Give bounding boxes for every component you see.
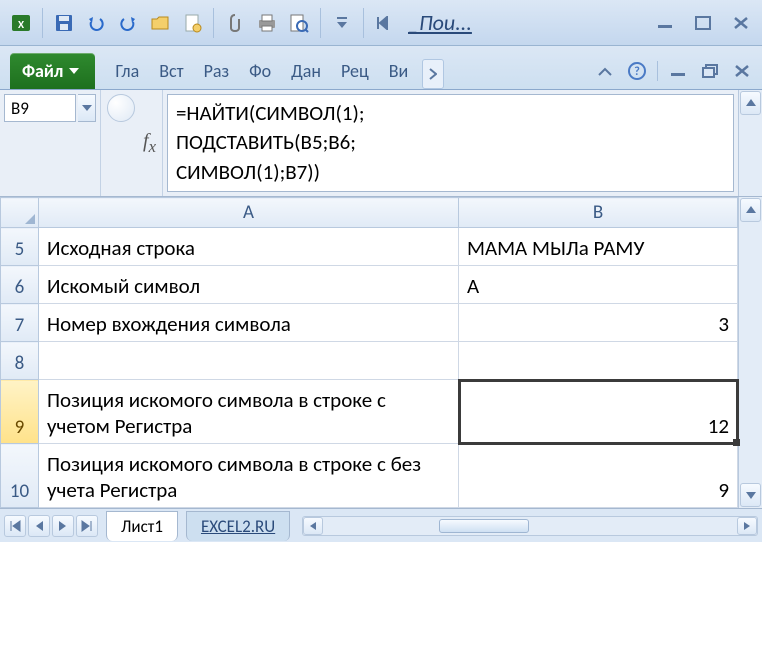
help-icon[interactable]: ? xyxy=(625,59,649,83)
svg-text:X: X xyxy=(18,18,25,31)
formula-bar: B9 fx =НАЙТИ(СИМВОЛ(1); ПОДСТАВИТЬ(B5;B6… xyxy=(0,90,762,197)
col-header-b[interactable]: B xyxy=(459,198,738,228)
name-box[interactable]: B9 xyxy=(4,94,76,122)
formula-input[interactable]: =НАЙТИ(СИМВОЛ(1); ПОДСТАВИТЬ(B5;B6; СИМВ… xyxy=(167,94,734,192)
ribbon-tabs: Файл Гла Вст Раз Фо Дан Рец Ви ? xyxy=(0,46,762,90)
name-box-dropdown[interactable] xyxy=(78,94,96,122)
sheet-nav-prev-icon[interactable] xyxy=(28,515,50,537)
save-icon[interactable] xyxy=(49,8,79,38)
formula-bar-expand xyxy=(738,90,762,196)
cell-a9[interactable]: Позиция искомого символа в строке с учет… xyxy=(39,380,459,444)
scroll-up-icon[interactable] xyxy=(740,198,761,222)
cell-b9[interactable]: 12 xyxy=(459,380,738,444)
fx-icon[interactable]: fx xyxy=(143,130,156,157)
formula-bar-up-icon[interactable] xyxy=(740,91,761,115)
hscroll-right-icon[interactable] xyxy=(737,517,757,535)
tab-insert[interactable]: Вст xyxy=(149,53,193,89)
quick-access-toolbar: X _Пои... xyxy=(0,0,762,46)
row-header-10[interactable]: 10 xyxy=(1,444,39,508)
row-header-9[interactable]: 9 xyxy=(1,380,39,444)
row-9: 9 Позиция искомого символа в строке с уч… xyxy=(1,380,738,444)
maximize-button[interactable] xyxy=(688,10,718,36)
cell-a7[interactable]: Номер вхождения символа xyxy=(39,304,459,342)
quick-print-icon[interactable] xyxy=(252,8,282,38)
row-header-8[interactable]: 8 xyxy=(1,342,39,380)
ribbon-minimize-icon[interactable] xyxy=(593,59,617,83)
row-header-7[interactable]: 7 xyxy=(1,304,39,342)
svg-text:?: ? xyxy=(634,65,640,79)
new-file-icon[interactable] xyxy=(177,8,207,38)
cell-a6[interactable]: Искомый символ xyxy=(39,266,459,304)
cell-a5[interactable]: Исходная строка xyxy=(39,228,459,266)
sheet-nav-next-icon[interactable] xyxy=(52,515,74,537)
sheet-tab-bar: Лист1 EXCEL2.RU xyxy=(0,508,762,542)
worksheet-grid[interactable]: A B 5 Исходная строка МАМА МЫЛа РАМУ 6 И… xyxy=(0,197,738,508)
doc-minimize-button[interactable] xyxy=(666,59,690,83)
tab-file[interactable]: Файл xyxy=(10,53,95,89)
cell-a10[interactable]: Позиция искомого символа в строке с без … xyxy=(39,444,459,508)
sheet-nav-last-icon[interactable] xyxy=(76,515,98,537)
doc-close-button[interactable] xyxy=(730,59,754,83)
vertical-scrollbar[interactable] xyxy=(738,197,762,508)
tab-home[interactable]: Гла xyxy=(105,53,149,89)
row-10: 10 Позиция искомого символа в строке с б… xyxy=(1,444,738,508)
tab-data[interactable]: Дан xyxy=(281,53,331,89)
horizontal-scrollbar[interactable] xyxy=(302,516,758,536)
row-5: 5 Исходная строка МАМА МЫЛа РАМУ xyxy=(1,228,738,266)
hscroll-left-icon[interactable] xyxy=(303,517,323,535)
row-6: 6 Искомый символ А xyxy=(1,266,738,304)
col-header-a[interactable]: A xyxy=(39,198,459,228)
row-8: 8 xyxy=(1,342,738,380)
tab-page-layout[interactable]: Раз xyxy=(194,53,240,89)
cell-b10[interactable]: 9 xyxy=(459,444,738,508)
search-link[interactable]: _Пои... xyxy=(402,9,478,36)
tab-view[interactable]: Ви xyxy=(379,53,419,89)
sheet-tab-active[interactable]: Лист1 xyxy=(106,511,178,541)
row-header-5[interactable]: 5 xyxy=(1,228,39,266)
tab-file-label: Файл xyxy=(22,60,63,82)
cell-b5[interactable]: МАМА МЫЛа РАМУ xyxy=(459,228,738,266)
cancel-formula-icon[interactable] xyxy=(107,94,135,122)
cell-b6[interactable]: А xyxy=(459,266,738,304)
tab-review[interactable]: Рец xyxy=(331,53,379,89)
cell-b7[interactable]: 3 xyxy=(459,304,738,342)
doc-restore-button[interactable] xyxy=(698,59,722,83)
hscroll-thumb[interactable] xyxy=(439,519,529,533)
print-preview-icon[interactable] xyxy=(284,8,314,38)
sheet-nav-first-icon[interactable] xyxy=(4,515,26,537)
cell-a8[interactable] xyxy=(39,342,459,380)
scroll-down-icon[interactable] xyxy=(740,483,761,507)
skip-icon[interactable] xyxy=(370,8,400,38)
tab-formulas[interactable]: Фо xyxy=(239,53,281,89)
worksheet-grid-wrap: A B 5 Исходная строка МАМА МЫЛа РАМУ 6 И… xyxy=(0,197,762,508)
undo-icon[interactable] xyxy=(81,8,111,38)
sheet-tab-link[interactable]: EXCEL2.RU xyxy=(186,511,290,541)
open-folder-icon[interactable] xyxy=(145,8,175,38)
close-button[interactable] xyxy=(726,10,756,36)
tab-overflow[interactable] xyxy=(422,59,444,89)
row-7: 7 Номер вхождения символа 3 xyxy=(1,304,738,342)
attach-icon[interactable] xyxy=(220,8,250,38)
select-all-triangle[interactable] xyxy=(1,198,39,228)
redo-icon[interactable] xyxy=(113,8,143,38)
qat-customize-icon[interactable] xyxy=(327,8,357,38)
row-header-6[interactable]: 6 xyxy=(1,266,39,304)
minimize-button[interactable] xyxy=(650,10,680,36)
cell-b8[interactable] xyxy=(459,342,738,380)
excel-app-icon[interactable]: X xyxy=(6,8,36,38)
